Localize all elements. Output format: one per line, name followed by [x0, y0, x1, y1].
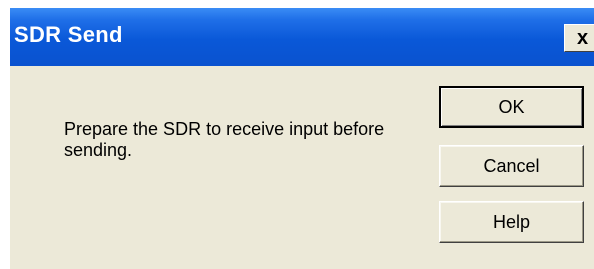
- title-bar[interactable]: SDR Send x: [10, 8, 594, 66]
- dialog-message: Prepare the SDR to receive input before …: [64, 119, 385, 160]
- cancel-button[interactable]: Cancel: [439, 145, 584, 187]
- close-icon: x: [577, 27, 589, 49]
- help-button[interactable]: Help: [439, 201, 584, 243]
- window-title: SDR Send: [14, 22, 123, 47]
- ok-button[interactable]: OK: [439, 86, 584, 128]
- dialog-window: SDR Send x Prepare the SDR to receive in…: [10, 8, 594, 269]
- close-button[interactable]: x: [564, 24, 594, 52]
